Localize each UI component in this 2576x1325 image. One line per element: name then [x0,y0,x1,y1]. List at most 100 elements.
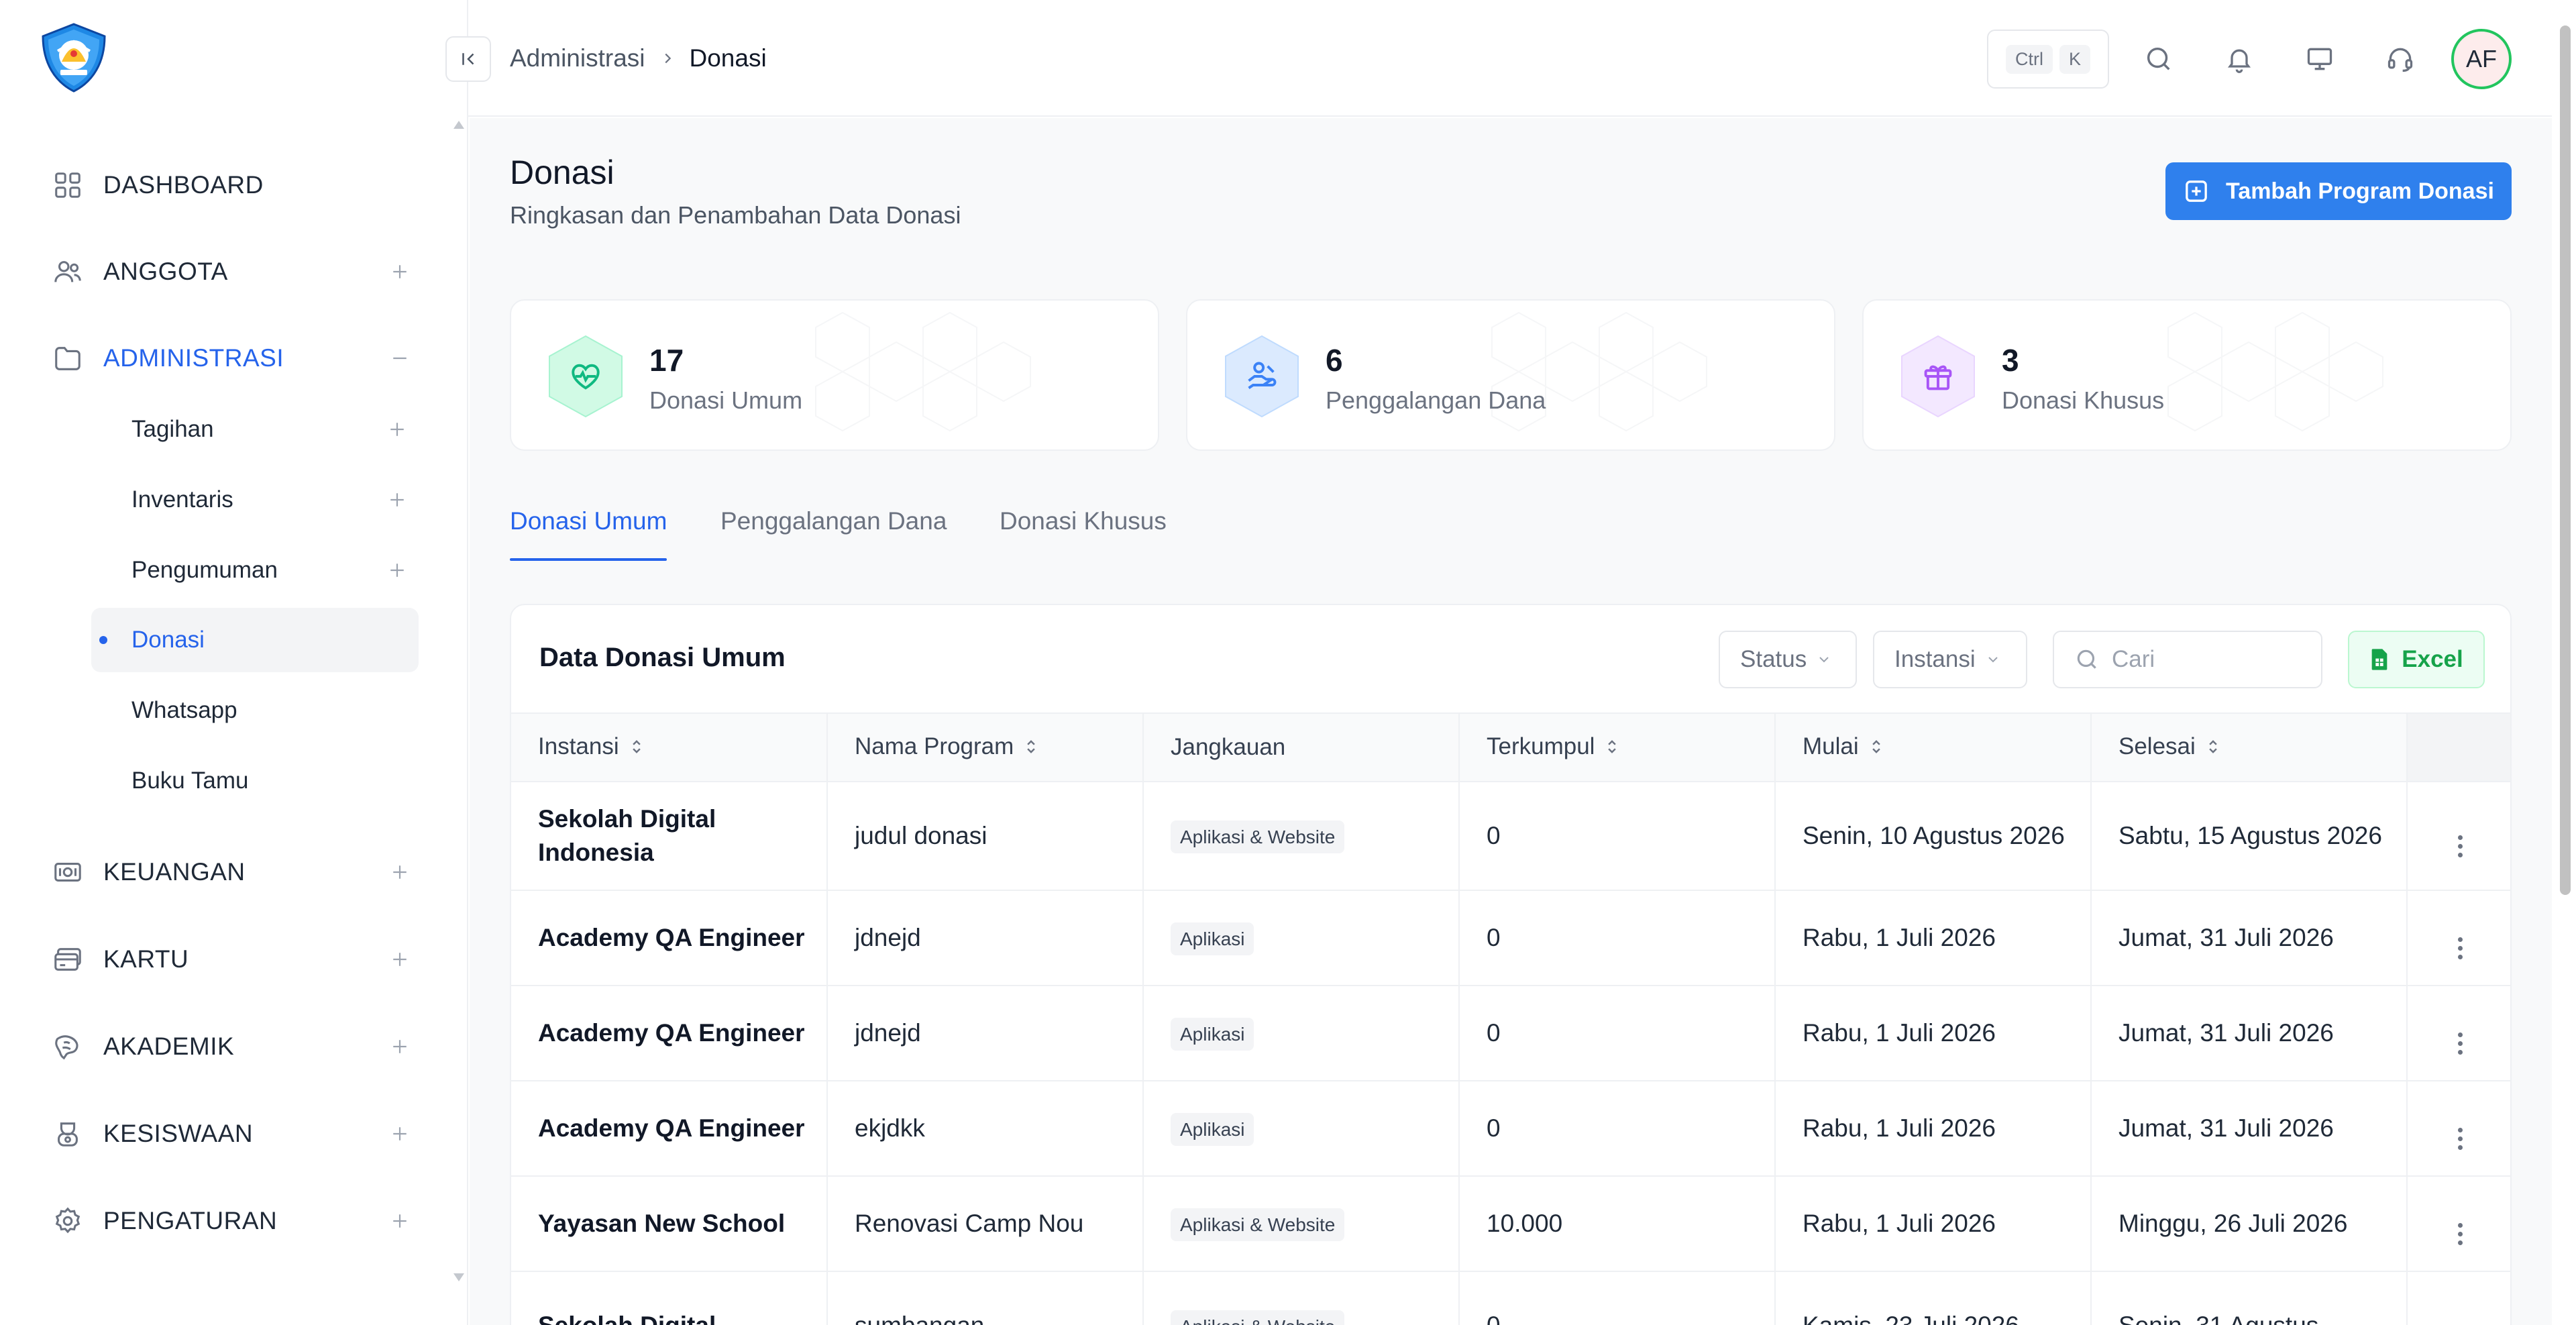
sidebar-item-anggota[interactable]: ANGGOTA [51,248,413,296]
avatar[interactable]: AF [2451,29,2512,89]
cell-jangkauan: Aplikasi & Website [1143,1271,1460,1325]
plus-icon[interactable] [386,859,413,886]
cell-terkumpul: 0 [1459,986,1776,1081]
plus-icon[interactable] [386,258,413,285]
cell-instansi: Sekolah Digital [511,1271,828,1325]
sort-icon[interactable] [1024,735,1038,761]
column-header-jangkauan: Jangkauan [1143,712,1460,782]
sidebar-scroll-up-arrow[interactable] [453,121,464,129]
sidebar-item-kesiswaan[interactable]: KESISWAAN [51,1110,413,1158]
status-filter-select[interactable]: Status [1719,631,1857,688]
search-input[interactable] [2112,646,2300,673]
plus-icon[interactable] [386,946,413,973]
grid-icon [51,168,85,202]
sidebar-scroll-down-arrow[interactable] [453,1273,464,1281]
search-icon[interactable] [2141,42,2176,76]
collapse-sidebar-button[interactable] [445,36,491,82]
column-header-label: Mulai [1803,733,1859,760]
tab-donasi-umum[interactable]: Donasi Umum [510,507,667,561]
instansi-filter-select[interactable]: Instansi [1873,631,2027,688]
plus-icon[interactable] [386,1120,413,1147]
bell-icon[interactable] [2222,42,2257,76]
sidebar-item-dashboard[interactable]: DASHBOARD [51,161,413,209]
sidebar-subitem-donasi[interactable]: Donasi [91,608,419,672]
instansi-filter-label: Instansi [1894,646,1976,672]
gift-icon [1898,334,1978,419]
sidebar-subitem-pengumuman[interactable]: Pengumuman [91,538,419,602]
sidebar-item-keuangan[interactable]: KEUANGAN [51,848,413,896]
column-header-mulai[interactable]: Mulai [1775,712,2092,782]
cell-instansi: Academy QA Engineer [511,986,828,1081]
cell-instansi: Academy QA Engineer [511,1081,828,1177]
sidebar-item-akademik[interactable]: AKADEMIK [51,1022,413,1071]
sort-icon[interactable] [1605,735,1619,761]
cell-nama-program: sumbangan [827,1271,1144,1325]
plus-icon[interactable] [384,416,411,443]
sidebar-subitem-inventaris[interactable]: Inventaris [91,468,419,532]
table-row: Yayasan New School Renovasi Camp Nou Apl… [511,1176,2510,1272]
column-header-instansi[interactable]: Instansi [511,712,828,782]
card-icon [51,943,85,976]
sidebar-subitem-tagihan[interactable]: Tagihan [91,397,419,462]
kbd-ctrl: Ctrl [2005,44,2053,74]
sidebar-subitem-label: Tagihan [131,416,214,442]
sidebar-item-label: ADMINISTRASI [103,344,284,372]
more-vertical-icon[interactable] [2458,1032,2463,1055]
sidebar: DASHBOARD ANGGOTA ADMINISTRASI Tagihan I… [0,0,468,1325]
export-excel-button[interactable]: Excel [2348,631,2485,688]
tab-donasi-khusus[interactable]: Donasi Khusus [1000,507,1167,561]
search-field[interactable] [2053,631,2322,688]
column-header-selesai[interactable]: Selesai [2091,712,2408,782]
stat-card-penggalangan-dana: 6 Penggalangan Dana [1186,299,1835,451]
page-scrollbar[interactable] [2555,0,2576,1325]
sidebar-subitem-buku-tamu[interactable]: Buku Tamu [91,749,419,813]
page-scrollbar-thumb[interactable] [2560,25,2571,895]
sort-icon[interactable] [2206,735,2220,761]
sort-icon[interactable] [1870,735,1883,761]
sidebar-item-label: PENGATURAN [103,1207,278,1234]
breadcrumb-item-administrasi[interactable]: Administrasi [510,44,645,72]
users-icon [51,255,85,288]
gear-icon [51,1204,85,1238]
cell-mulai: Rabu, 1 Juli 2026 [1775,986,2092,1081]
headset-icon[interactable] [2383,42,2418,76]
table-row: Academy QA Engineer jdnejd Aplikasi 0 Ra… [511,890,2510,986]
more-vertical-icon[interactable] [2458,937,2463,959]
stat-label: Penggalangan Dana [1326,386,1546,414]
tut-wuri-handayani-logo[interactable] [38,21,110,94]
sidebar-item-pengaturan[interactable]: PENGATURAN [51,1197,413,1245]
monitor-icon[interactable] [2302,42,2337,76]
hand-coin-icon [1222,334,1301,419]
plus-icon[interactable] [384,486,411,513]
plus-icon[interactable] [386,1033,413,1060]
minus-icon[interactable] [386,345,413,372]
status-filter-label: Status [1740,646,1807,672]
column-header-nama-program[interactable]: Nama Program [827,712,1144,782]
sidebar-item-administrasi[interactable]: ADMINISTRASI [51,334,413,382]
sidebar-subitem-label: Pengumuman [131,557,278,583]
row-actions-cell [2407,890,2510,986]
plus-icon[interactable] [386,1208,413,1234]
excel-file-icon [2369,648,2390,671]
sort-icon[interactable] [630,735,643,761]
cell-mulai: Rabu, 1 Juli 2026 [1775,890,2092,986]
cell-terkumpul: 0 [1459,1271,1776,1325]
more-vertical-icon[interactable] [2458,835,2463,857]
sidebar-item-label: AKADEMIK [103,1032,235,1060]
column-header-label: Instansi [538,733,619,760]
kbd-k: K [2059,44,2090,74]
sidebar-subitem-whatsapp[interactable]: Whatsapp [91,678,419,743]
add-donation-program-button[interactable]: Tambah Program Donasi [2165,162,2512,220]
tab-penggalangan-dana[interactable]: Penggalangan Dana [720,507,947,561]
more-vertical-icon[interactable] [2458,1222,2463,1245]
cell-mulai: Rabu, 1 Juli 2026 [1775,1176,2092,1272]
sidebar-item-kartu[interactable]: KARTU [51,935,413,984]
column-header-terkumpul[interactable]: Terkumpul [1459,712,1776,782]
search-icon [2074,647,2100,672]
more-vertical-icon[interactable] [2458,1127,2463,1150]
command-palette-shortcut[interactable]: Ctrl K [1987,30,2109,89]
cell-terkumpul: 0 [1459,782,1776,891]
cell-jangkauan: Aplikasi [1143,986,1460,1081]
plus-icon[interactable] [384,557,411,584]
row-actions-cell [2407,782,2510,891]
